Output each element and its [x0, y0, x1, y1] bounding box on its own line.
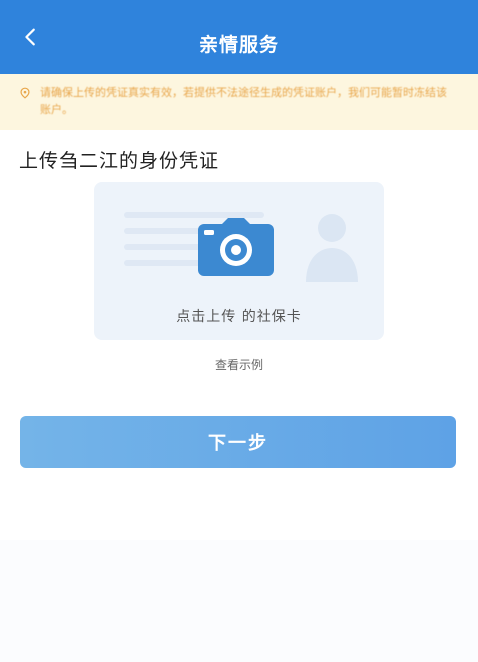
upload-card[interactable]: 点击上传 的社保卡: [94, 182, 384, 340]
camera-icon: [198, 218, 274, 276]
view-example-link[interactable]: 查看示例: [0, 356, 478, 373]
upload-caption: 点击上传 的社保卡: [176, 309, 302, 325]
bottom-area: [0, 540, 478, 662]
next-step-button[interactable]: 下一步: [20, 416, 456, 468]
page-title: 亲情服务: [198, 34, 279, 56]
app-header: 亲情服务: [0, 0, 478, 74]
section-title: 上传刍二江的身份凭证: [19, 150, 220, 172]
notice-banner: 请确保上传的凭证真实有效，若提供不法途径生成的凭证账户，我们可能暂时冻结该账户。: [0, 74, 478, 130]
notice-text: 请确保上传的凭证真实有效，若提供不法途径生成的凭证账户，我们可能暂时冻结该账户。: [40, 86, 447, 116]
person-silhouette-icon: [300, 202, 364, 282]
warning-icon: [18, 86, 32, 100]
